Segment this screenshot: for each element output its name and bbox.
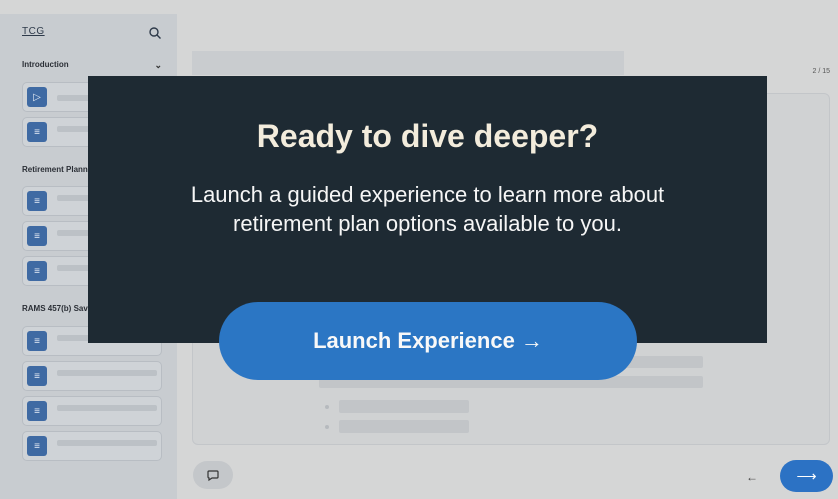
chat-icon xyxy=(207,470,219,482)
lesson-item[interactable]: ≡ xyxy=(22,431,162,461)
content-placeholder xyxy=(339,420,469,433)
item-placeholder xyxy=(57,370,157,376)
chat-button[interactable] xyxy=(193,461,233,489)
document-icon: ≡ xyxy=(27,191,47,211)
overlay-title: Ready to dive deeper? xyxy=(256,118,599,154)
document-icon: ≡ xyxy=(27,401,47,421)
section-label: Introduction xyxy=(22,60,69,69)
play-icon: ▷ xyxy=(27,87,47,107)
document-icon: ≡ xyxy=(27,366,47,386)
logo: TCG xyxy=(22,26,45,37)
item-placeholder xyxy=(57,440,157,446)
bullet-dot xyxy=(325,405,329,409)
content-header-placeholder xyxy=(192,51,624,75)
document-icon: ≡ xyxy=(27,261,47,281)
document-icon: ≡ xyxy=(27,436,47,456)
document-icon: ≡ xyxy=(27,331,47,351)
document-icon: ≡ xyxy=(27,122,47,142)
content-placeholder xyxy=(339,400,469,413)
previous-button[interactable]: ← xyxy=(746,470,758,484)
bullet-dot xyxy=(325,425,329,429)
overlay-description: Launch a guided experience to learn more… xyxy=(190,182,665,236)
search-icon[interactable] xyxy=(148,26,162,40)
lesson-item[interactable]: ≡ xyxy=(22,361,162,391)
lesson-item[interactable]: ≡ xyxy=(22,396,162,426)
launch-experience-button[interactable]: Launch Experience → xyxy=(219,302,637,380)
chevron-down-icon: ⌄ xyxy=(154,60,162,70)
next-button[interactable]: ⟶ xyxy=(780,460,833,492)
item-placeholder xyxy=(57,405,157,411)
page-count: 2 / 15 xyxy=(812,68,830,75)
section-introduction[interactable]: Introduction ⌄ xyxy=(22,60,162,71)
document-icon: ≡ xyxy=(27,226,47,246)
